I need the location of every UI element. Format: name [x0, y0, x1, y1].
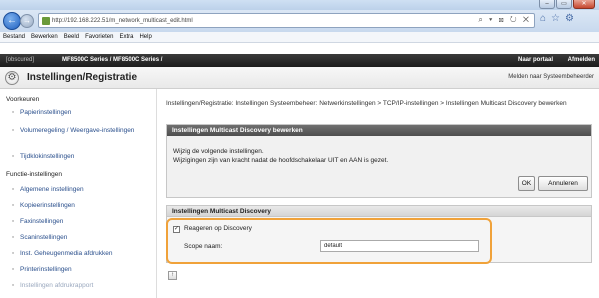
minimize-icon[interactable]: –: [539, 0, 555, 9]
sidebar-item-volume-display[interactable]: Volumeregeling / Weergave-instellingen: [12, 127, 145, 135]
device-model-obscured: [obscured]: [6, 57, 35, 63]
discovery-panel-heading: Instellingen Multicast Discovery: [167, 206, 591, 217]
page-favicon-icon: [42, 16, 50, 25]
device-title: MF8500C Series / MF8500C Series /: [62, 57, 163, 63]
page-title: Instellingen/Registratie: [27, 72, 138, 83]
favorites-star-icon[interactable]: ☆: [551, 14, 560, 24]
tools-gear-icon[interactable]: ⚙: [565, 14, 574, 24]
sidebar-item-general[interactable]: Algemene instellingen: [12, 186, 84, 194]
window-controls: – ▭ ✕: [539, 0, 595, 9]
page-header: ⚙ Instellingen/Registratie Melden naar S…: [0, 67, 599, 89]
menu-tools[interactable]: Extra: [119, 34, 133, 40]
browser-icons: ⌂ ☆ ⚙: [540, 14, 574, 24]
edit-settings-panel: Instellingen Multicast Discovery bewerke…: [166, 124, 592, 198]
sidebar-heading-preferences: Voorkeuren: [6, 96, 40, 103]
menu-view[interactable]: Beeld: [64, 34, 79, 40]
maximize-icon[interactable]: ▭: [556, 0, 572, 9]
sidebar-item-printer[interactable]: Printerinstellingen: [12, 266, 72, 274]
respond-discovery-checkbox[interactable]: ✓: [173, 226, 180, 233]
forward-arrow-icon[interactable]: →: [20, 14, 34, 28]
restart-notice-text: Wijzigingen zijn van kracht nadat de hoo…: [173, 157, 389, 164]
edit-panel-heading: Instellingen Multicast Discovery bewerke…: [167, 125, 591, 136]
menu-favorites[interactable]: Favorieten: [85, 34, 113, 40]
address-bar[interactable]: http://192.168.222.51/m_network_multicas…: [38, 13, 535, 28]
sidebar-item-copy[interactable]: Kopieerinstellingen: [12, 202, 75, 210]
back-to-top-icon[interactable]: ↑: [168, 271, 177, 280]
sidebar-item-paper[interactable]: Papierinstellingen: [12, 109, 71, 117]
back-arrow-icon[interactable]: ←: [3, 12, 21, 30]
home-icon[interactable]: ⌂: [540, 14, 546, 24]
sidebar-item-scan[interactable]: Scaninstellingen: [12, 234, 67, 242]
sidebar-item-print-report[interactable]: Instellingen afdrukrapport: [12, 282, 93, 290]
sidebar: Voorkeuren Papierinstellingen Volumerege…: [0, 89, 157, 298]
portal-link[interactable]: Naar portaal: [518, 57, 553, 63]
logout-link[interactable]: Afmelden: [568, 57, 595, 63]
scope-name-label: Scope naam:: [184, 243, 223, 250]
instruction-text: Wijzig de volgende instellingen.: [173, 148, 264, 155]
menu-help[interactable]: Help: [139, 34, 151, 40]
settings-gear-icon: ⚙: [5, 71, 19, 85]
close-window-icon[interactable]: ✕: [573, 0, 595, 9]
respond-discovery-label: Reageren op Discovery: [184, 225, 252, 232]
sidebar-item-fax[interactable]: Faxinstellingen: [12, 218, 63, 226]
cancel-button[interactable]: Annuleren: [538, 176, 588, 191]
browser-toolbar: ← → http://192.168.222.51/m_network_mult…: [0, 10, 599, 32]
scope-name-input[interactable]: [320, 240, 479, 252]
sidebar-item-memory-media-print[interactable]: Inst. Geheugenmedia afdrukken: [12, 250, 112, 258]
menu-bar: Bestand Bewerken Beeld Favorieten Extra …: [0, 32, 599, 43]
ok-button[interactable]: OK: [518, 176, 535, 191]
discovery-settings-panel: Instellingen Multicast Discovery ✓ Reage…: [166, 205, 592, 264]
sidebar-heading-functions: Functie-instellingen: [6, 171, 63, 178]
window-titlebar: – ▭ ✕: [0, 0, 599, 10]
address-url: http://192.168.222.51/m_network_multicas…: [52, 17, 193, 24]
device-banner: [obscured] MF8500C Series / MF8500C Seri…: [0, 54, 599, 67]
sysadmin-mail-link[interactable]: Melden naar Systeembeheerder: [508, 74, 594, 80]
menu-edit[interactable]: Bewerken: [31, 34, 58, 40]
address-tools-icons[interactable]: ⌕ ▾ ⊠ ↻ ✕: [478, 15, 531, 25]
menu-file[interactable]: Bestand: [3, 34, 25, 40]
breadcrumb: Instellingen/Registratie: Instellingen S…: [166, 100, 567, 107]
sidebar-item-timer[interactable]: Tijdklokinstellingen: [12, 153, 74, 161]
